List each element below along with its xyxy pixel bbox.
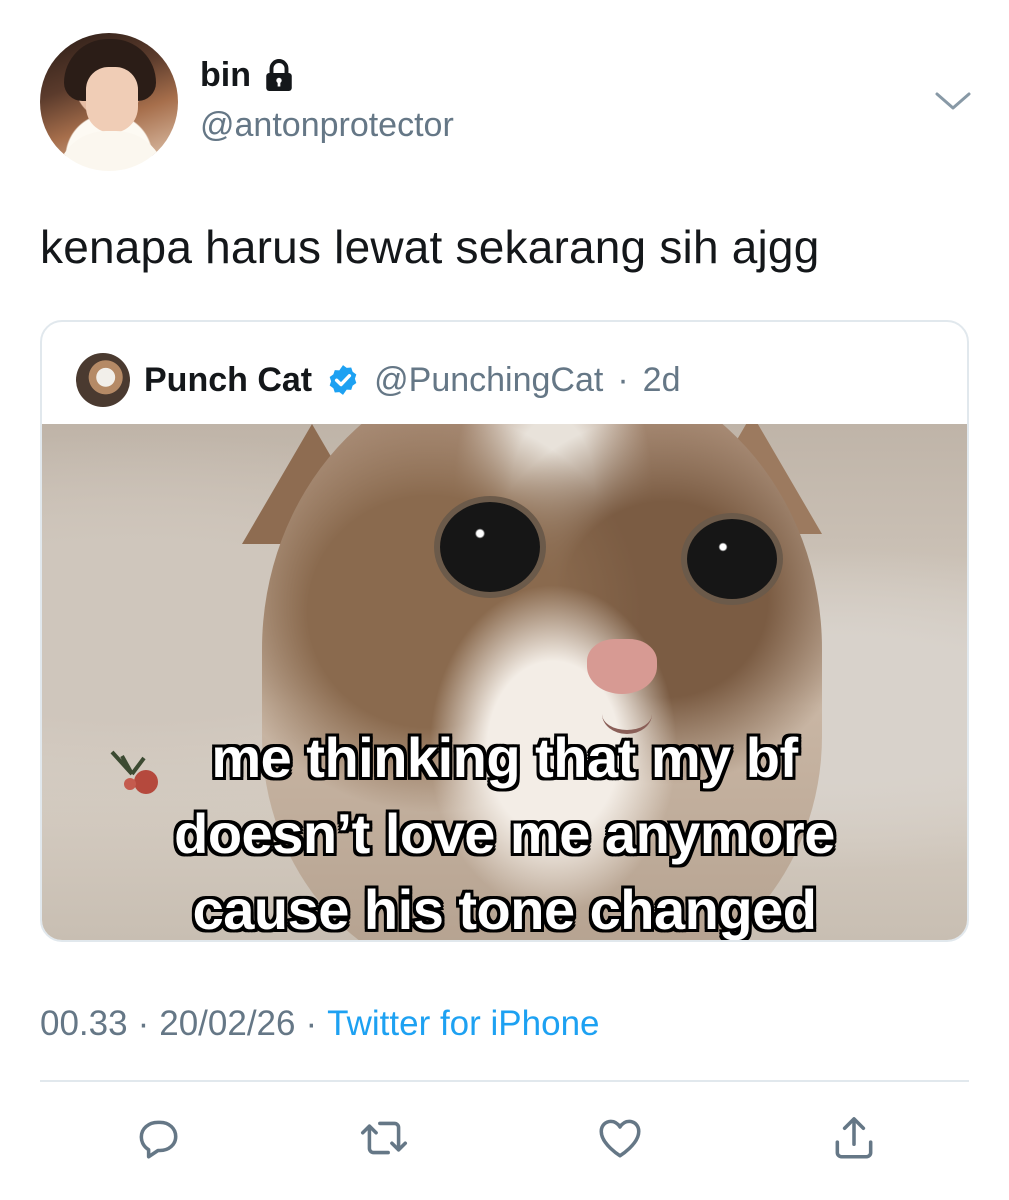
quoted-author-name: Punch Cat (144, 360, 313, 399)
reply-icon (139, 1120, 178, 1159)
retweet-icon (360, 1121, 408, 1155)
quoted-author-handle: @PunchingCat (374, 360, 604, 399)
tweet-detail-page: bin @antonprotector kenapa harus lewat s… (0, 0, 1009, 1200)
author-avatar[interactable] (40, 33, 178, 171)
divider (40, 1080, 969, 1082)
quoted-tweet-card[interactable]: Punch Cat @PunchingCat · 2d me thinking … (40, 320, 969, 942)
cat-nose (587, 639, 657, 694)
author-display-name[interactable]: bin (200, 56, 251, 95)
media-caption-line: doesn’t love me anymore (174, 802, 835, 865)
media-caption-line: me thinking that my bf (211, 726, 798, 789)
avatar-shirt (56, 131, 166, 171)
quoted-author-avatar (76, 353, 130, 407)
reply-button[interactable] (128, 1108, 188, 1168)
author-handle[interactable]: @antonprotector (200, 106, 454, 145)
lock-icon (266, 58, 292, 91)
tweet-meta: 00.33 · 20/02/26 · Twitter for iPhone (40, 1004, 600, 1044)
share-icon (835, 1117, 873, 1159)
meta-separator: · (137, 1004, 150, 1043)
tweet-source-link[interactable]: Twitter for iPhone (327, 1004, 599, 1044)
meta-separator: · (305, 1004, 318, 1043)
heart-icon (599, 1119, 641, 1158)
media-caption: me thinking that my bf doesn’t love me a… (42, 720, 967, 941)
author-name-row[interactable]: bin (200, 56, 297, 95)
tweet-text: kenapa harus lewat sekarang sih ajgg (40, 221, 820, 273)
quoted-tweet-age: 2d (642, 360, 681, 399)
cat-eye-left (440, 502, 540, 592)
like-button[interactable] (590, 1108, 650, 1168)
share-button[interactable] (824, 1108, 884, 1168)
tweet-time: 00.33 (40, 1004, 128, 1043)
quoted-separator: · (617, 360, 629, 399)
verified-badge-icon (329, 365, 357, 395)
media-caption-line: cause his tone changed (192, 878, 817, 941)
cat-eye-right (687, 519, 777, 599)
retweet-button[interactable] (354, 1108, 414, 1168)
quoted-tweet-media[interactable]: me thinking that my bf doesn’t love me a… (42, 424, 967, 941)
avatar-face (86, 67, 138, 133)
chevron-down-icon[interactable] (933, 86, 973, 116)
tweet-date: 20/02/26 (159, 1004, 296, 1043)
tweet-actions-bar (0, 1108, 1009, 1168)
quoted-tweet-header: Punch Cat @PunchingCat · 2d (76, 352, 680, 408)
